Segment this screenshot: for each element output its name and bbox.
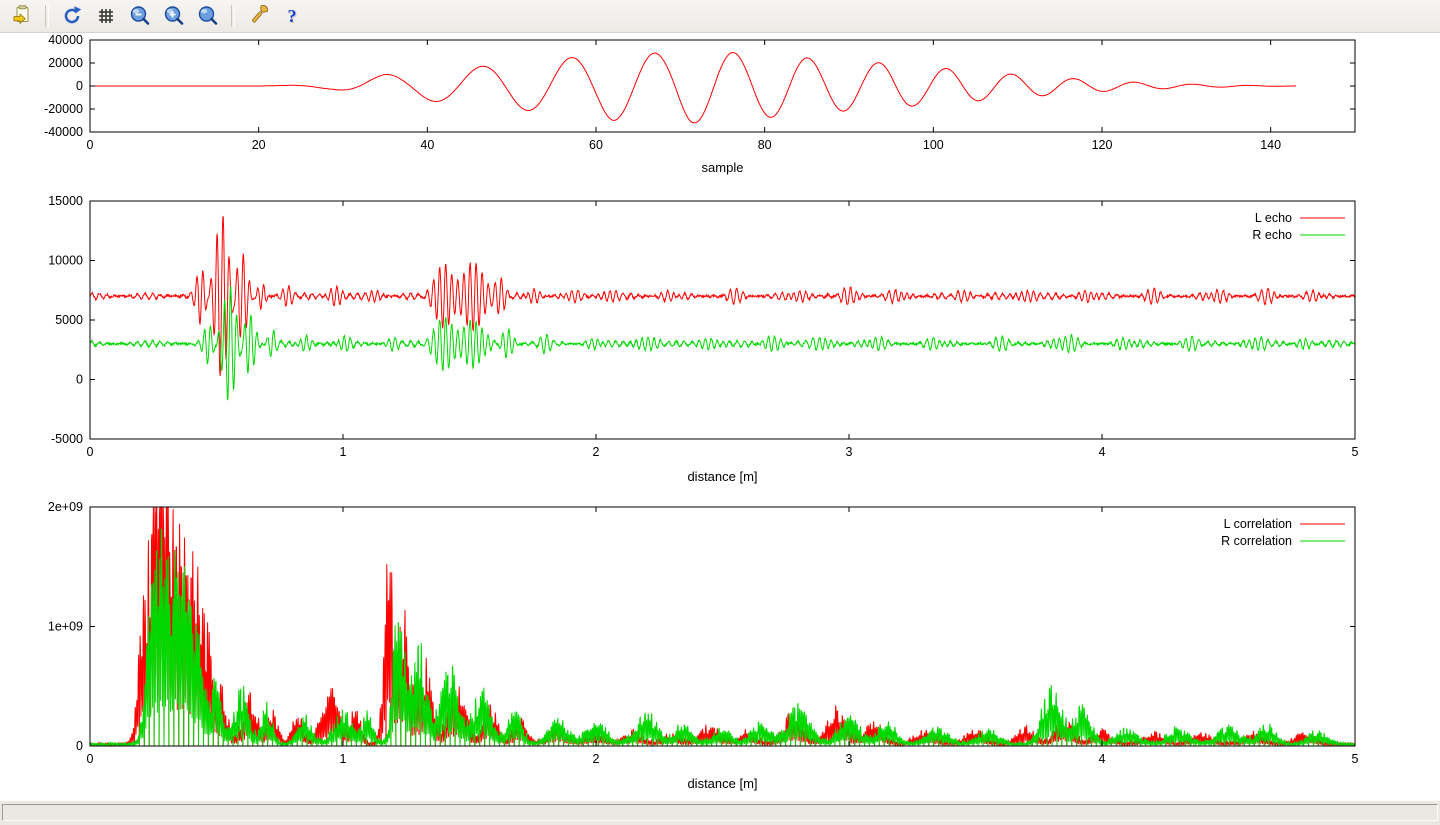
svg-text:1: 1	[340, 752, 347, 766]
svg-text:3: 3	[846, 445, 853, 459]
help-icon: ?	[288, 6, 297, 27]
svg-text:10000: 10000	[48, 254, 83, 268]
svg-text:L echo: L echo	[1255, 211, 1292, 225]
svg-text:40000: 40000	[48, 33, 83, 47]
svg-text:4: 4	[1099, 445, 1106, 459]
svg-text:R echo: R echo	[1252, 228, 1292, 242]
svg-text:120: 120	[1092, 138, 1113, 152]
svg-text:1e+09: 1e+09	[48, 620, 83, 634]
svg-text:5: 5	[1352, 445, 1359, 459]
svg-text:20: 20	[252, 138, 266, 152]
autoscale-button[interactable]	[194, 3, 222, 29]
svg-text:0: 0	[76, 373, 83, 387]
svg-text:80: 80	[758, 138, 772, 152]
status-text	[2, 804, 1438, 821]
zoom-next-icon	[163, 5, 185, 27]
svg-text:distance [m]: distance [m]	[687, 776, 757, 791]
svg-text:40: 40	[420, 138, 434, 152]
copy-button[interactable]	[8, 3, 36, 29]
zoom-previous-button[interactable]	[126, 3, 154, 29]
svg-text:R correlation: R correlation	[1221, 534, 1292, 548]
svg-text:-20000: -20000	[44, 102, 83, 116]
gnuplot-window: ? 02040608010012014040000200000-20000-40…	[0, 0, 1440, 825]
svg-text:distance [m]: distance [m]	[687, 469, 757, 484]
svg-text:2e+09: 2e+09	[48, 500, 83, 514]
copy-to-clipboard-icon	[11, 5, 33, 27]
svg-text:2: 2	[593, 752, 600, 766]
chart-sample-waveform[interactable]: 0 20 40 60 80 100 120 140 40000 20000 0 -20000 -4000…	[0, 33, 1440, 190]
svg-text:3: 3	[846, 752, 853, 766]
chart-correlation[interactable]: 0 1 2 3 4 5 2e+09 1e+09 0 distance [m] L correlati…	[0, 495, 1440, 800]
help-button[interactable]: ?	[278, 3, 306, 29]
svg-text:60: 60	[589, 138, 603, 152]
svg-text:15000: 15000	[48, 194, 83, 208]
svg-text:0: 0	[76, 739, 83, 753]
svg-text:sample: sample	[702, 160, 744, 175]
autoscale-icon	[197, 5, 219, 27]
svg-text:4: 4	[1099, 752, 1106, 766]
svg-text:0: 0	[87, 752, 94, 766]
svg-text:0: 0	[87, 445, 94, 459]
toolbar-separator	[231, 5, 235, 27]
status-bar	[0, 800, 1440, 825]
wrench-icon	[247, 5, 269, 27]
svg-text:140: 140	[1260, 138, 1281, 152]
svg-text:-40000: -40000	[44, 125, 83, 139]
svg-text:L correlation: L correlation	[1224, 517, 1292, 531]
svg-text:20000: 20000	[48, 56, 83, 70]
toolbar-separator	[45, 5, 49, 27]
svg-text:5: 5	[1352, 752, 1359, 766]
svg-text:5000: 5000	[55, 313, 83, 327]
plot-area[interactable]: 02040608010012014040000200000-20000-4000…	[0, 33, 1440, 800]
chart-echo-signals[interactable]: 0 1 2 3 4 5 15000 10000 5000 0 -5000 distance [m] L …	[0, 190, 1440, 495]
svg-text:100: 100	[923, 138, 944, 152]
zoom-next-button[interactable]	[160, 3, 188, 29]
svg-text:2: 2	[593, 445, 600, 459]
toolbar: ?	[0, 0, 1440, 33]
svg-text:-5000: -5000	[51, 432, 83, 446]
replot-button[interactable]	[58, 3, 86, 29]
svg-text:0: 0	[87, 138, 94, 152]
svg-text:0: 0	[76, 79, 83, 93]
svg-text:1: 1	[340, 445, 347, 459]
replot-icon	[61, 5, 83, 27]
grid-icon	[95, 5, 117, 27]
zoom-previous-icon	[129, 5, 151, 27]
config-button[interactable]	[244, 3, 272, 29]
grid-button[interactable]	[92, 3, 120, 29]
